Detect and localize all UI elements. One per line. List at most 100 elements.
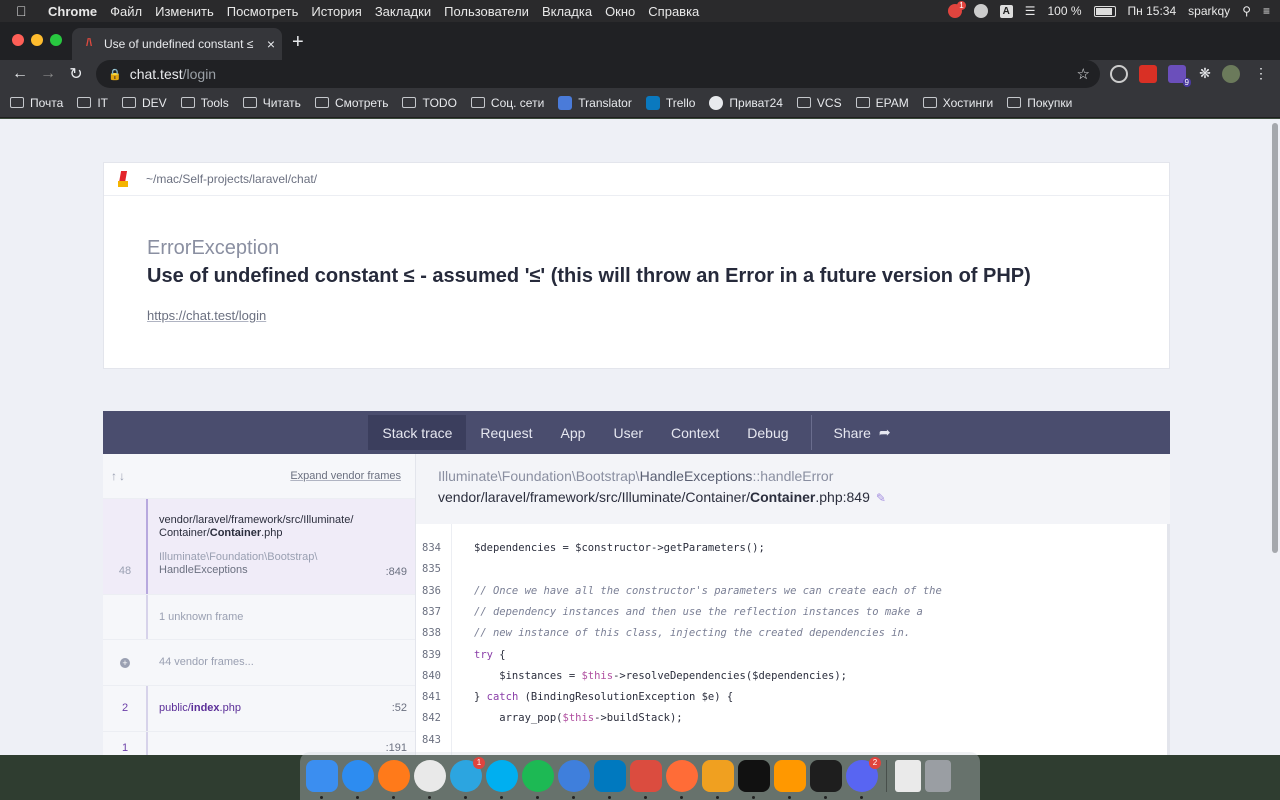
- tab-debug[interactable]: Debug: [733, 411, 802, 454]
- line-number: 838: [422, 627, 441, 640]
- back-arrow-icon[interactable]: ←: [6, 65, 34, 83]
- copilot-icon[interactable]: [558, 760, 590, 799]
- discord-icon[interactable]: 2: [846, 757, 881, 799]
- chrome-icon[interactable]: [414, 760, 446, 799]
- bookmark-link[interactable]: Trello: [645, 95, 695, 110]
- folder-icon: [10, 97, 24, 108]
- running-indicator: [356, 796, 359, 799]
- new-tab-plus-icon[interactable]: +: [292, 31, 304, 54]
- request-url-link[interactable]: https://chat.test/login: [147, 308, 266, 323]
- telegram-icon[interactable]: 1: [450, 757, 485, 799]
- menu-tab[interactable]: Вкладка: [542, 4, 592, 19]
- bookmark-folder[interactable]: Покупки: [1007, 96, 1072, 110]
- menu-window[interactable]: Окно: [605, 4, 635, 19]
- bookmark-folder[interactable]: Хостинги: [922, 96, 993, 110]
- bookmark-label: Почта: [30, 95, 64, 110]
- frame-class-name: HandleExceptions: [159, 564, 248, 576]
- browser-tab-active[interactable]: /\ Use of undefined constant ≤ ×: [72, 28, 282, 60]
- code-line: 834 $dependencies = $constructor->getPara…: [416, 538, 1170, 559]
- trello-icon[interactable]: [594, 760, 626, 799]
- spotlight-search-icon[interactable]: ⚲: [1242, 4, 1251, 18]
- bookmark-folder[interactable]: DEV: [122, 96, 167, 110]
- stack-frame-app[interactable]: 2 public/index.php :52: [103, 686, 415, 732]
- tab-stack-trace[interactable]: Stack trace: [368, 415, 467, 450]
- menu-bookmarks[interactable]: Закладки: [375, 4, 431, 19]
- window-maximize-button[interactable]: [50, 34, 62, 46]
- tab-user[interactable]: User: [599, 411, 657, 454]
- frame-file-dir: Container/: [159, 527, 210, 539]
- spotify-icon[interactable]: [522, 760, 554, 799]
- bookmark-folder[interactable]: IT: [77, 96, 108, 110]
- apple-icon[interactable]: : [16, 3, 36, 19]
- window-close-button[interactable]: [12, 34, 24, 46]
- downloads-stack-icon[interactable]: [895, 760, 921, 792]
- user-name[interactable]: sparkqy: [1188, 4, 1230, 18]
- bookmark-folder[interactable]: Смотреть: [314, 95, 389, 110]
- notification-status-icon[interactable]: 1: [947, 1, 966, 18]
- folder-icon: [242, 97, 257, 108]
- extension-purple-icon[interactable]: 9: [1168, 65, 1191, 87]
- chrome-menu-icon[interactable]: ⋮: [1252, 65, 1270, 83]
- frame-file-name: index: [190, 702, 220, 714]
- frame-line: :849: [385, 566, 407, 578]
- tab-app[interactable]: App: [547, 411, 600, 454]
- safari-icon[interactable]: [342, 760, 374, 799]
- battery-icon[interactable]: [1093, 5, 1116, 17]
- stack-frame-selected[interactable]: 48 vendor/laravel/framework/src/Illumina…: [103, 499, 415, 595]
- vendor-frames-label: 44 vendor frames...: [159, 656, 254, 668]
- frame-navigation-arrows-icon[interactable]: ↑↓: [111, 469, 127, 483]
- expand-plus-icon[interactable]: +: [120, 658, 130, 668]
- sublime-icon[interactable]: [774, 760, 806, 799]
- input-source-icon[interactable]: A: [999, 4, 1013, 18]
- page-scrollbar[interactable]: [1272, 123, 1278, 553]
- extensions-puzzle-icon[interactable]: ❋: [1196, 65, 1214, 83]
- bookmark-folder[interactable]: VCS: [796, 96, 842, 110]
- extension-red-icon[interactable]: [1139, 65, 1157, 83]
- skype-icon[interactable]: [486, 760, 518, 799]
- trash-icon[interactable]: [925, 760, 951, 792]
- todoist-icon[interactable]: [630, 760, 662, 799]
- unknown-frame-row[interactable]: 1 unknown frame: [103, 595, 415, 640]
- menu-people[interactable]: Пользователи: [444, 4, 529, 19]
- profile-avatar[interactable]: [1222, 65, 1240, 83]
- bookmark-folder[interactable]: Соц. сети: [470, 96, 544, 110]
- status-circle-icon[interactable]: [973, 4, 988, 18]
- reload-icon[interactable]: ↻: [62, 64, 90, 84]
- bookmark-folder[interactable]: Tools: [180, 96, 229, 110]
- window-minimize-button[interactable]: [31, 34, 43, 46]
- phpstorm-icon[interactable]: [738, 760, 770, 799]
- menu-help[interactable]: Справка: [648, 4, 699, 19]
- bookmark-folder[interactable]: Читать: [242, 96, 301, 110]
- wifi-icon[interactable]: ☰: [1025, 4, 1036, 18]
- bookmark-link[interactable]: Приват24: [709, 95, 783, 110]
- lock-icon[interactable]: 🔒: [108, 68, 122, 81]
- bookmark-link[interactable]: Translator: [558, 95, 632, 110]
- tab-close-icon[interactable]: ×: [260, 36, 282, 52]
- menu-history[interactable]: История: [311, 4, 361, 19]
- menu-app-name[interactable]: Chrome: [48, 4, 97, 19]
- menu-edit[interactable]: Изменить: [155, 4, 214, 19]
- firefox-icon[interactable]: [378, 760, 410, 799]
- bookmark-star-icon[interactable]: ☆: [1077, 65, 1090, 83]
- bookmark-label: Смотреть: [334, 95, 389, 110]
- forward-arrow-icon[interactable]: →: [34, 65, 62, 83]
- finder-icon[interactable]: [306, 760, 338, 799]
- clock[interactable]: Пн 15:34: [1128, 4, 1177, 18]
- bookmark-folder[interactable]: TODO: [402, 96, 457, 110]
- terminal-icon[interactable]: [810, 760, 842, 799]
- tableplus-icon[interactable]: [702, 760, 734, 799]
- tab-request[interactable]: Request: [466, 411, 546, 454]
- menu-view[interactable]: Посмотреть: [227, 4, 299, 19]
- expand-vendor-frames-link[interactable]: Expand vendor frames: [290, 470, 401, 482]
- edit-pencil-icon[interactable]: ✎: [876, 491, 886, 505]
- bookmark-folder[interactable]: Почта: [10, 96, 63, 110]
- address-bar[interactable]: 🔒 chat.test/login ☆: [96, 60, 1100, 88]
- postman-icon[interactable]: [666, 760, 698, 799]
- notification-center-icon[interactable]: ≡: [1263, 4, 1270, 18]
- share-button[interactable]: Share ➦: [820, 411, 905, 454]
- tab-context[interactable]: Context: [657, 411, 733, 454]
- extension-w-icon[interactable]: [1110, 65, 1128, 83]
- vendor-frames-row[interactable]: + 44 vendor frames...: [103, 640, 415, 686]
- menu-file[interactable]: Файл: [110, 4, 142, 19]
- bookmark-folder[interactable]: EPAM: [855, 96, 909, 110]
